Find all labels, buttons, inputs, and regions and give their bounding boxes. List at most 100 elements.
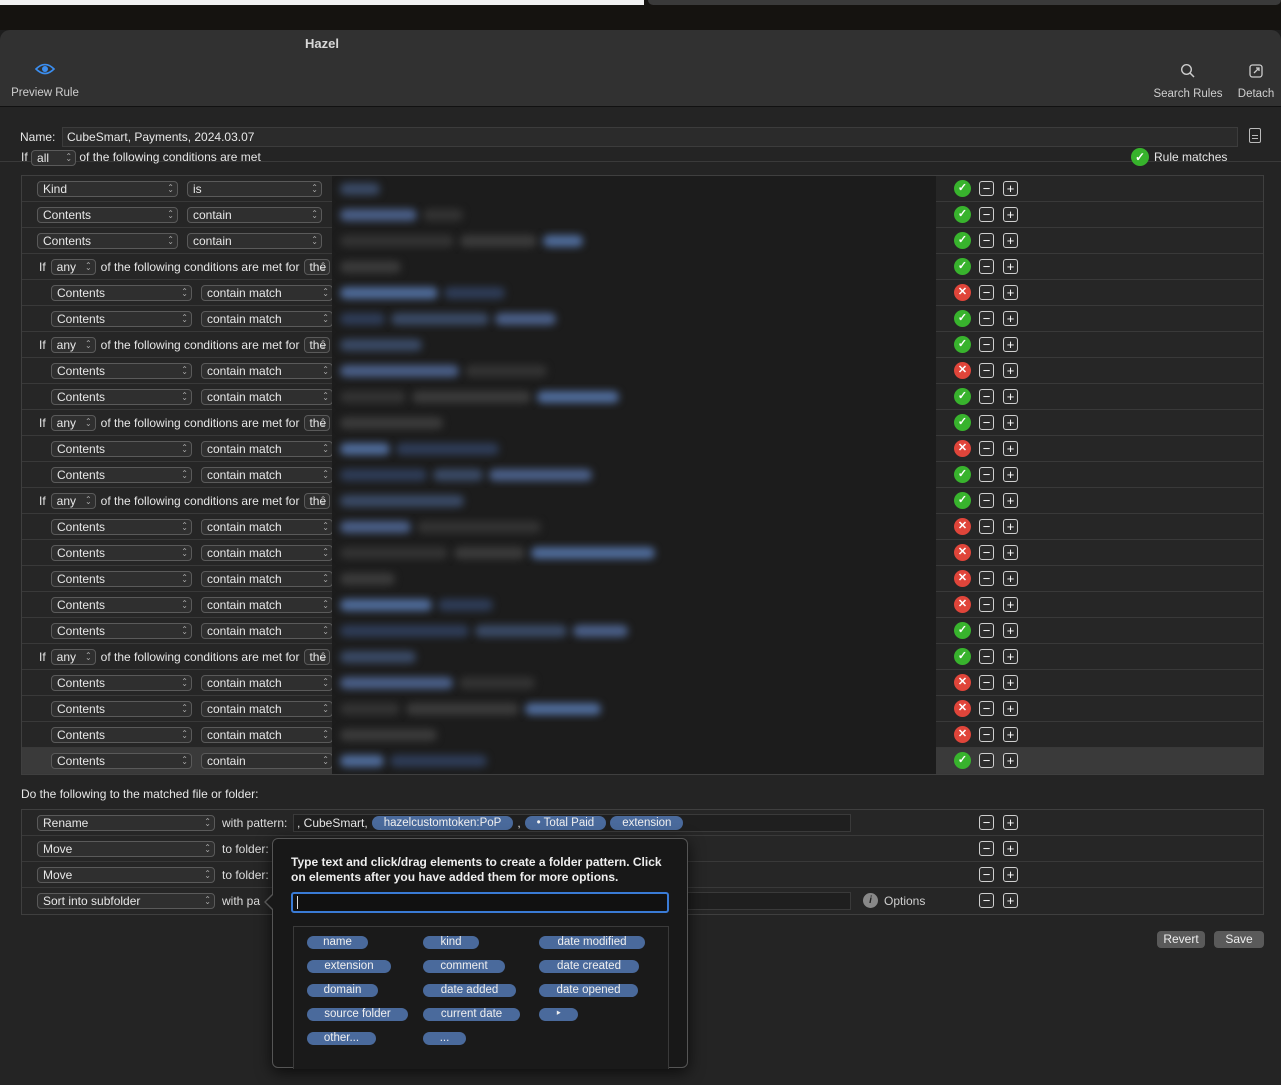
attribute-popup[interactable]: Contents [51, 727, 192, 743]
remove-condition-button[interactable]: − [979, 363, 994, 378]
nested-mode-popup[interactable]: any [50, 259, 96, 275]
remove-condition-button[interactable]: − [979, 181, 994, 196]
element-date-modified[interactable]: date modified [539, 936, 645, 949]
add-condition-button[interactable]: + [1003, 337, 1018, 352]
attribute-popup[interactable]: Contents [51, 285, 192, 301]
add-condition-button[interactable]: + [1003, 233, 1018, 248]
add-condition-button[interactable]: + [1003, 701, 1018, 716]
remove-condition-button[interactable]: − [979, 597, 994, 612]
element-date-added[interactable]: date added [423, 984, 516, 997]
add-action-button[interactable]: + [1003, 867, 1018, 882]
notes-document-icon[interactable] [1249, 128, 1261, 143]
nested-target-popup[interactable]: the [304, 337, 331, 353]
nested-mode-popup[interactable]: any [50, 493, 96, 509]
attribute-popup[interactable]: Contents [51, 597, 192, 613]
nested-target-popup[interactable]: the [304, 259, 331, 275]
add-action-button[interactable]: + [1003, 893, 1018, 908]
remove-condition-button[interactable]: − [979, 389, 994, 404]
rule-name-field[interactable]: CubeSmart, Payments, 2024.03.07 [62, 127, 1238, 147]
remove-condition-button[interactable]: − [979, 441, 994, 456]
attribute-popup[interactable]: Contents [51, 311, 192, 327]
add-action-button[interactable]: + [1003, 815, 1018, 830]
remove-condition-button[interactable]: − [979, 623, 994, 638]
search-rules-button[interactable]: Search Rules [1152, 63, 1224, 100]
add-condition-button[interactable]: + [1003, 363, 1018, 378]
pattern-token[interactable]: • Total Paid [524, 816, 607, 830]
add-condition-button[interactable]: + [1003, 285, 1018, 300]
add-condition-button[interactable]: + [1003, 415, 1018, 430]
attribute-popup[interactable]: Contents [51, 389, 192, 405]
attribute-popup[interactable]: Contents [51, 701, 192, 717]
folder-pattern-input[interactable] [291, 892, 669, 913]
attribute-popup[interactable]: Contents [51, 363, 192, 379]
attribute-popup[interactable]: Contents [51, 545, 192, 561]
remove-action-button[interactable]: − [979, 815, 994, 830]
nested-mode-popup[interactable]: any [50, 415, 96, 431]
operator-popup[interactable]: contain match [201, 701, 333, 717]
remove-condition-button[interactable]: − [979, 233, 994, 248]
attribute-popup[interactable]: Contents [51, 571, 192, 587]
remove-action-button[interactable]: − [979, 893, 994, 908]
add-condition-button[interactable]: + [1003, 727, 1018, 742]
attribute-popup[interactable]: Contents [37, 207, 178, 223]
add-condition-button[interactable]: + [1003, 467, 1018, 482]
remove-condition-button[interactable]: − [979, 207, 994, 222]
operator-popup[interactable]: contain match [201, 441, 333, 457]
operator-popup[interactable]: contain match [201, 623, 333, 639]
add-condition-button[interactable]: + [1003, 649, 1018, 664]
operator-popup[interactable]: contain match [201, 675, 333, 691]
action-type-popup[interactable]: Move [37, 867, 215, 883]
operator-popup[interactable]: contain match [201, 545, 333, 561]
add-condition-button[interactable]: + [1003, 181, 1018, 196]
add-condition-button[interactable]: + [1003, 441, 1018, 456]
operator-popup[interactable]: contain [187, 207, 322, 223]
operator-popup[interactable]: contain match [201, 363, 333, 379]
remove-condition-button[interactable]: − [979, 675, 994, 690]
nested-target-popup[interactable]: the [304, 649, 331, 665]
attribute-popup[interactable]: Contents [51, 441, 192, 457]
preview-rule-button[interactable]: Preview Rule [11, 62, 79, 99]
rename-pattern-field[interactable]: , CubeSmart, hazelcustomtoken:PoP , • To… [293, 814, 851, 832]
element-ellipsis[interactable]: ... [423, 1032, 466, 1045]
add-condition-button[interactable]: + [1003, 311, 1018, 326]
pattern-token[interactable]: hazelcustomtoken:PoP [371, 816, 514, 830]
element-more-disclosure[interactable]: ‣ [539, 1008, 578, 1021]
operator-popup[interactable]: is [187, 181, 322, 197]
operator-popup[interactable]: contain match [201, 727, 333, 743]
add-condition-button[interactable]: + [1003, 519, 1018, 534]
element-source-folder[interactable]: source folder [307, 1008, 408, 1021]
remove-condition-button[interactable]: − [979, 493, 994, 508]
element-domain[interactable]: domain [307, 984, 378, 997]
add-condition-button[interactable]: + [1003, 389, 1018, 404]
add-condition-button[interactable]: + [1003, 571, 1018, 586]
add-condition-button[interactable]: + [1003, 545, 1018, 560]
add-action-button[interactable]: + [1003, 841, 1018, 856]
attribute-popup[interactable]: Kind [37, 181, 178, 197]
action-type-popup[interactable]: Sort into subfolder [37, 893, 215, 909]
element-comment[interactable]: comment [423, 960, 505, 973]
element-date-opened[interactable]: date opened [539, 984, 638, 997]
remove-condition-button[interactable]: − [979, 467, 994, 482]
attribute-popup[interactable]: Contents [51, 467, 192, 483]
remove-condition-button[interactable]: − [979, 545, 994, 560]
element-other[interactable]: other... [307, 1032, 376, 1045]
nested-mode-popup[interactable]: any [50, 649, 96, 665]
remove-condition-button[interactable]: − [979, 415, 994, 430]
remove-condition-button[interactable]: − [979, 753, 994, 768]
save-button[interactable]: Save [1214, 931, 1264, 948]
pattern-token[interactable]: extension [610, 816, 684, 830]
attribute-popup[interactable]: Contents [51, 623, 192, 639]
remove-condition-button[interactable]: − [979, 285, 994, 300]
element-extension[interactable]: extension [307, 960, 391, 973]
operator-popup[interactable]: contain match [201, 311, 333, 327]
add-condition-button[interactable]: + [1003, 623, 1018, 638]
options-button[interactable]: i Options [863, 893, 925, 908]
add-condition-button[interactable]: + [1003, 675, 1018, 690]
add-condition-button[interactable]: + [1003, 753, 1018, 768]
nested-target-popup[interactable]: the [304, 493, 331, 509]
operator-popup[interactable]: contain [201, 753, 333, 769]
attribute-popup[interactable]: Contents [51, 753, 192, 769]
remove-condition-button[interactable]: − [979, 337, 994, 352]
match-mode-popup[interactable]: all [31, 150, 77, 166]
add-condition-button[interactable]: + [1003, 493, 1018, 508]
